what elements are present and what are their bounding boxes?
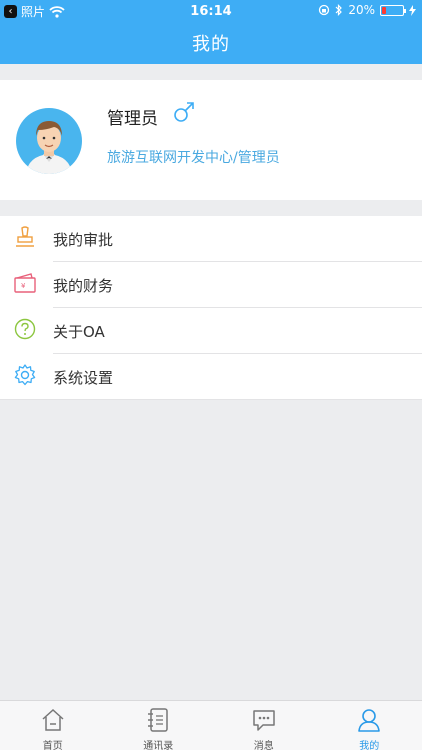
user-name: 管理员 [107, 109, 158, 129]
avatar[interactable] [16, 108, 82, 174]
menu-item-finance[interactable]: ¥ 我的财务 [0, 262, 422, 308]
tab-label: 首页 [42, 741, 63, 750]
status-bar: ‹ 照片 16:14 20% [0, 0, 422, 22]
bottom-tab-bar: 首页 通讯录 消息 我的 [0, 700, 422, 750]
stamp-icon [16, 226, 34, 247]
top-bar: ‹ 照片 16:14 20% 我的 [0, 0, 422, 64]
svg-text:¥: ¥ [21, 282, 26, 290]
menu-item-about[interactable]: 关于OA [0, 308, 422, 354]
tab-messages[interactable]: 消息 [211, 701, 317, 750]
home-icon [42, 708, 64, 731]
menu-item-settings[interactable]: 系统设置 [0, 354, 422, 400]
gear-icon [14, 364, 36, 386]
menu-item-label: 关于OA [53, 323, 105, 341]
male-symbol-icon [174, 102, 194, 122]
page-title: 我的 [192, 34, 230, 55]
settings-menu: 我的审批 ¥ 我的财务 关于OA 系统设置 [0, 216, 422, 400]
bluetooth-icon [335, 4, 343, 16]
tab-label: 我的 [359, 741, 380, 750]
orientation-lock-icon [319, 4, 330, 16]
tab-contacts[interactable]: 通讯录 [106, 701, 212, 750]
profile-card[interactable]: 管理员 旅游互联网开发中心/管理员 [0, 80, 422, 200]
message-bubble-icon [253, 710, 275, 731]
user-organization: 旅游互联网开发中心/管理员 [107, 150, 280, 166]
tab-label: 通讯录 [143, 741, 174, 750]
menu-item-label: 系统设置 [53, 369, 114, 387]
menu-item-label: 我的审批 [53, 231, 114, 249]
person-icon [358, 709, 381, 732]
battery-percent: 20% [348, 3, 375, 17]
contacts-book-icon [148, 708, 168, 732]
wallet-icon: ¥ [14, 273, 36, 293]
tab-mine[interactable]: 我的 [317, 701, 422, 750]
menu-item-label: 我的财务 [53, 277, 114, 295]
avatar-illustration-icon [26, 121, 72, 174]
divider [0, 399, 422, 400]
question-circle-icon [14, 318, 36, 340]
menu-item-approvals[interactable]: 我的审批 [0, 216, 422, 262]
tab-label: 消息 [253, 741, 274, 750]
charging-bolt-icon [409, 4, 416, 16]
battery-icon [380, 4, 406, 16]
tab-home[interactable]: 首页 [0, 701, 106, 750]
